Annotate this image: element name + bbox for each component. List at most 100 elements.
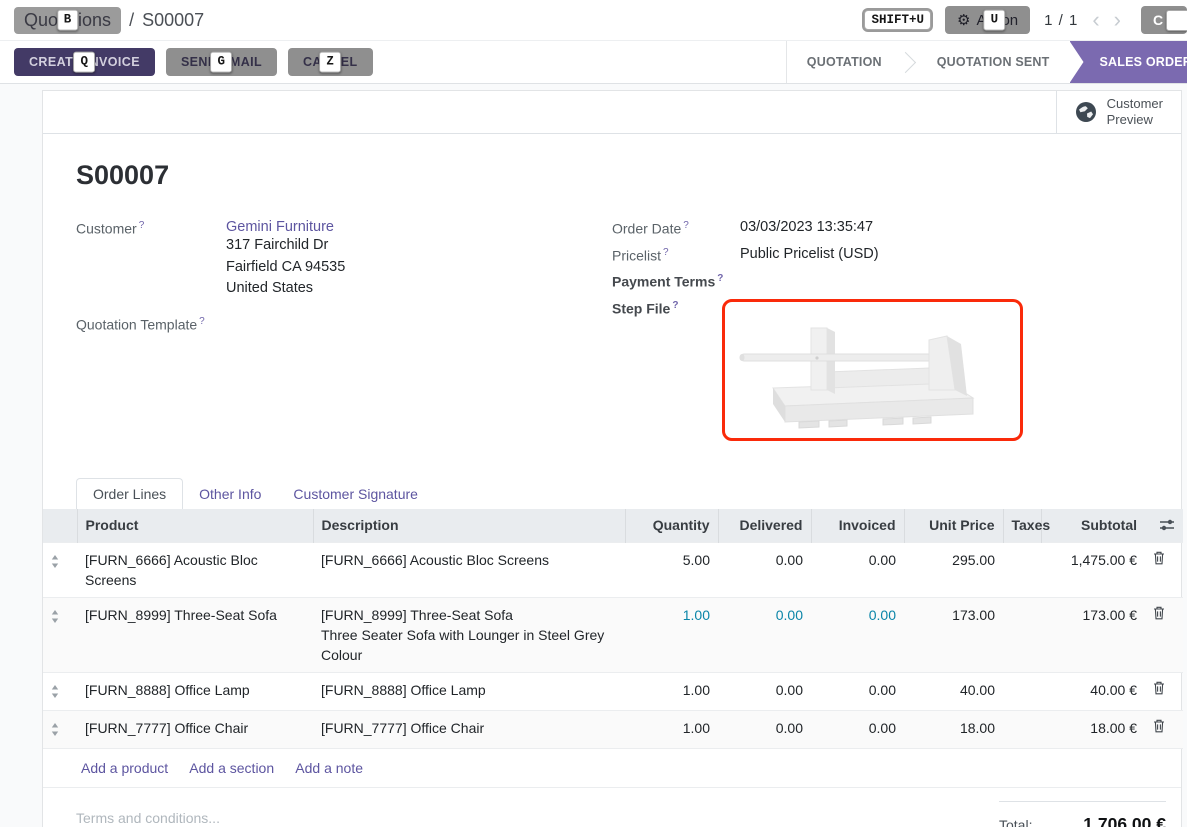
customer-preview-button[interactable]: Customer Preview [1056, 91, 1181, 133]
cell-description[interactable]: [FURN_6666] Acoustic Bloc Screens [313, 542, 625, 597]
sheet-bottom: Terms and conditions... Total: 1,706.00 … [43, 787, 1181, 827]
handle-column-header [43, 509, 77, 543]
cell-taxes[interactable] [1003, 710, 1041, 748]
delete-row-button[interactable] [1153, 605, 1165, 623]
cell-quantity[interactable]: 1.00 [625, 672, 718, 710]
tab-order-lines[interactable]: Order Lines [76, 478, 183, 509]
table-row[interactable]: [FURN_8999] Three-Seat Sofa [FURN_8999] … [43, 597, 1183, 672]
cell-product[interactable]: [FURN_8888] Office Lamp [77, 672, 313, 710]
cell-delivered[interactable]: 0.00 [718, 542, 811, 597]
tab-customer-signature[interactable]: Customer Signature [277, 479, 434, 509]
cell-unit-price[interactable]: 18.00 [904, 710, 1003, 748]
cell-product[interactable]: [FURN_8999] Three-Seat Sofa [77, 597, 313, 672]
cell-taxes[interactable] [1003, 542, 1041, 597]
cell-invoiced[interactable]: 0.00 [811, 542, 904, 597]
column-header-description[interactable]: Description [313, 509, 625, 543]
column-header-product[interactable]: Product [77, 509, 313, 543]
stage-quotation[interactable]: QUOTATION [787, 41, 902, 83]
terms-placeholder-field[interactable]: Terms and conditions... [76, 788, 220, 827]
cell-description[interactable]: [FURN_8999] Three-Seat Sofa Three Seater… [313, 597, 625, 672]
pager-nav: ‹ › [1092, 9, 1121, 31]
column-header-subtotal[interactable]: Subtotal [1041, 509, 1145, 543]
optional-columns-toggle[interactable] [1159, 517, 1175, 534]
address-line: United States [226, 278, 345, 300]
form-sheet: Customer Preview S00007 Customer? Gemini… [42, 90, 1182, 827]
gear-icon: ⚙ [957, 11, 970, 29]
add-section-link[interactable]: Add a section [189, 760, 274, 776]
cell-quantity[interactable]: 1.00 [625, 597, 718, 672]
add-product-link[interactable]: Add a product [81, 760, 168, 776]
customer-preview-label: Customer Preview [1107, 96, 1163, 127]
edge-clipped-keycap [1166, 10, 1187, 31]
breadcrumb-parent-link[interactable]: Quotations B [14, 7, 121, 34]
optional-columns-header [1145, 509, 1183, 543]
help-marker: ? [139, 220, 145, 231]
cell-product[interactable]: [FURN_6666] Acoustic Bloc Screens [77, 542, 313, 597]
pager-prev-icon[interactable]: ‹ [1092, 9, 1099, 31]
cell-delivered[interactable]: 0.00 [718, 710, 811, 748]
cell-description[interactable]: [FURN_8888] Office Lamp [313, 672, 625, 710]
drag-handle-icon[interactable] [51, 685, 59, 701]
status-pipeline: QUOTATION QUOTATION SENT SALES ORDER [786, 41, 1187, 83]
pricelist-field-value[interactable]: Public Pricelist (USD) [740, 246, 879, 264]
action-menu-button[interactable]: ⚙ Action U [945, 6, 1030, 34]
cell-unit-price[interactable]: 295.00 [904, 542, 1003, 597]
pager-next-icon[interactable]: › [1114, 9, 1121, 31]
add-note-link[interactable]: Add a note [295, 760, 363, 776]
customer-address: 317 Fairchild Dr Fairfield CA 94535 Unit… [226, 235, 345, 300]
cell-quantity[interactable]: 1.00 [625, 710, 718, 748]
cell-taxes[interactable] [1003, 597, 1041, 672]
cancel-button[interactable]: CANCEL Z [288, 48, 372, 76]
order-lines-table: Product Description Quantity Delivered I… [43, 509, 1183, 787]
cell-unit-price[interactable]: 40.00 [904, 672, 1003, 710]
cell-invoiced[interactable]: 0.00 [811, 710, 904, 748]
stage-quotation-sent[interactable]: QUOTATION SENT [917, 41, 1070, 83]
order-date-field-value[interactable]: 03/03/2023 13:35:47 [740, 219, 873, 237]
shortcut-keycap-q: Q [74, 52, 96, 73]
column-header-taxes[interactable]: Taxes [1003, 509, 1041, 543]
tab-other-info[interactable]: Other Info [183, 479, 277, 509]
step-file-preview[interactable] [722, 299, 1023, 441]
table-row[interactable]: [FURN_6666] Acoustic Bloc Screens [FURN_… [43, 542, 1183, 597]
column-header-delivered[interactable]: Delivered [718, 509, 811, 543]
fields-left-column: Customer? Gemini Furniture 317 Fairchild… [76, 219, 612, 450]
drag-handle-icon[interactable] [51, 555, 59, 571]
cell-delivered[interactable]: 0.00 [718, 597, 811, 672]
table-row[interactable]: [FURN_8888] Office Lamp [FURN_8888] Offi… [43, 672, 1183, 710]
stage-sales-order-active[interactable]: SALES ORDER [1070, 41, 1187, 83]
delete-row-button[interactable] [1153, 718, 1165, 736]
globe-icon [1075, 101, 1097, 123]
cell-delivered[interactable]: 0.00 [718, 672, 811, 710]
column-header-unit-price[interactable]: Unit Price [904, 509, 1003, 543]
total-box: Total: 1,706.00 € [999, 801, 1166, 827]
drag-handle-icon[interactable] [51, 723, 59, 739]
column-header-invoiced[interactable]: Invoiced [811, 509, 904, 543]
trash-icon [1153, 719, 1165, 733]
cell-invoiced[interactable]: 0.00 [811, 597, 904, 672]
customer-field-value: Gemini Furniture 317 Fairchild Dr Fairfi… [226, 219, 345, 300]
table-header-row: Product Description Quantity Delivered I… [43, 509, 1183, 543]
cell-product[interactable]: [FURN_7777] Office Chair [77, 710, 313, 748]
customer-link[interactable]: Gemini Furniture [226, 219, 334, 235]
cell-unit-price[interactable]: 173.00 [904, 597, 1003, 672]
delete-row-button[interactable] [1153, 680, 1165, 698]
total-label: Total: [999, 817, 1032, 827]
column-header-quantity[interactable]: Quantity [625, 509, 718, 543]
description-line: Three Seater Sofa with Lounger in Steel … [321, 625, 617, 665]
cell-quantity[interactable]: 5.00 [625, 542, 718, 597]
cell-taxes[interactable] [1003, 672, 1041, 710]
breadcrumb-separator: / [129, 10, 134, 31]
step-file-field-label: Step File? [612, 299, 740, 441]
breadcrumb: Quotations B / S00007 [14, 7, 204, 34]
trash-icon [1153, 606, 1165, 620]
trash-icon [1153, 681, 1165, 695]
shortcut-keycap-g: G [211, 52, 233, 73]
table-row[interactable]: [FURN_7777] Office Chair [FURN_7777] Off… [43, 710, 1183, 748]
drag-handle-icon[interactable] [51, 610, 59, 626]
create-invoice-button[interactable]: CREATE INVOICE Q [14, 48, 155, 76]
delete-row-button[interactable] [1153, 550, 1165, 568]
cell-description[interactable]: [FURN_7777] Office Chair [313, 710, 625, 748]
edge-clipped-button[interactable]: C [1141, 6, 1187, 34]
send-email-button[interactable]: SEND EMAIL G [166, 48, 277, 76]
cell-invoiced[interactable]: 0.00 [811, 672, 904, 710]
